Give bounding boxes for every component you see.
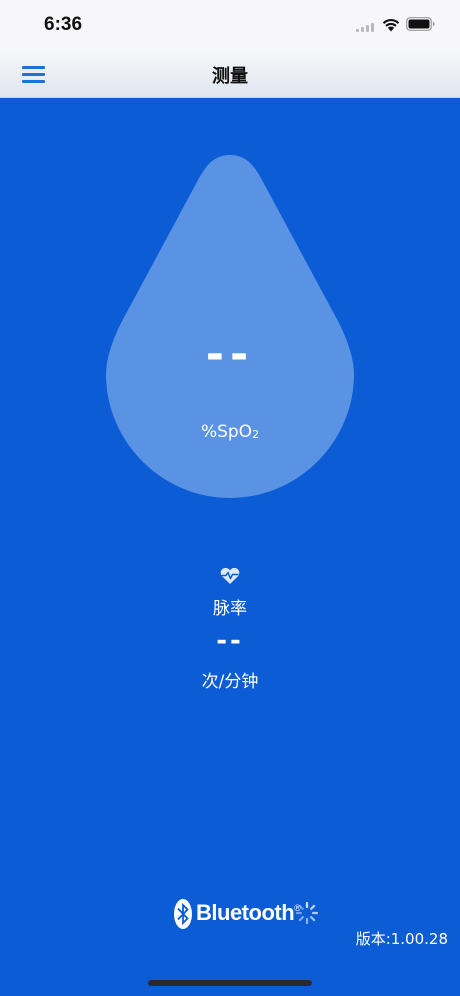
pulse-unit: 次/分钟 [201, 672, 259, 692]
status-time: 6:36 [44, 14, 83, 35]
navigation-bar: 测量 [0, 50, 460, 98]
status-bar: 6:36 [0, 0, 460, 50]
spo2-unit-subscript: 2 [252, 428, 260, 441]
battery-icon [406, 17, 435, 31]
spo2-value: -- [205, 329, 255, 380]
wifi-icon [382, 19, 400, 32]
loading-spinner-icon [295, 901, 319, 925]
page-title: 测量 [212, 66, 248, 87]
bluetooth-icon [174, 899, 192, 929]
heart-pulse-icon [220, 567, 240, 584]
cellular-signal-icon [356, 22, 376, 32]
bluetooth-text: Bluetooth [196, 900, 295, 925]
spo2-unit-main: %SpO [200, 422, 253, 442]
spo2-unit: %SpO2 [0, 422, 460, 442]
spo2-drop-shape [106, 155, 354, 498]
pulse-value: -- [216, 626, 244, 656]
version-label: 版本:1.00.28 [355, 930, 448, 948]
home-indicator[interactable] [148, 980, 312, 986]
pulse-label: 脉率 [213, 599, 247, 619]
bluetooth-label: Bluetooth® [196, 900, 301, 926]
